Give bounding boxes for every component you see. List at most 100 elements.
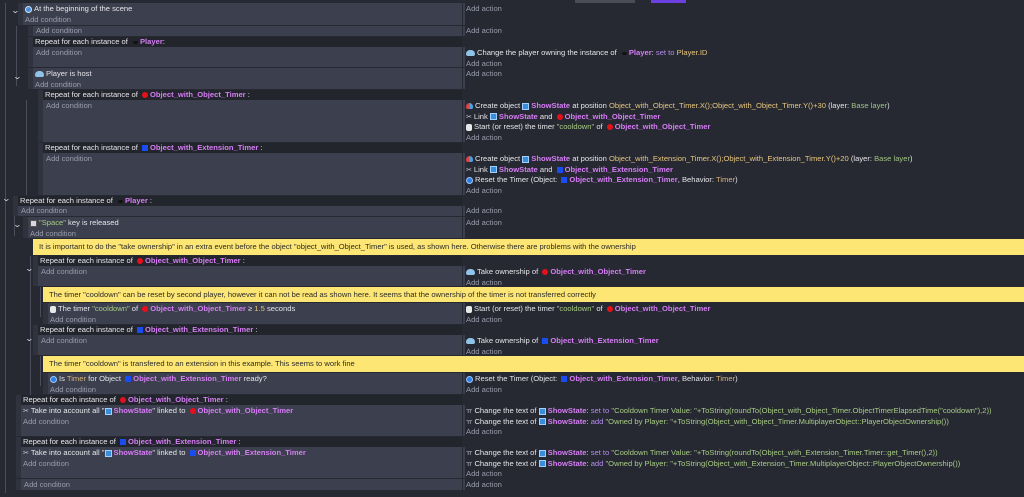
object-name: Object_with_Object_Timer	[550, 267, 646, 276]
text-segment: Object_with_Object_Timer.X();Object_with…	[608, 101, 826, 110]
add-condition-button[interactable]: Add condition	[50, 385, 96, 395]
action[interactable]: Start (or reset) the timer "cooldown" of…	[466, 304, 710, 314]
condition[interactable]: Is Timer for Object Object_with_Extensio…	[50, 374, 267, 384]
comment-block[interactable]: The timer "cooldown" is transfered to an…	[43, 356, 1024, 372]
add-action-button[interactable]: Add action	[466, 218, 502, 228]
repeat-label[interactable]: Repeat for each instance of Object_with_…	[45, 143, 263, 153]
add-action-button[interactable]: Add action	[466, 206, 502, 216]
action[interactable]: ㅠ Change the text of ShowState: add "Owne…	[466, 459, 960, 469]
object-name: Player	[628, 48, 652, 57]
action-panel	[463, 217, 465, 238]
add-condition-button[interactable]: Add condition	[46, 101, 92, 111]
text-segment: (layer:	[848, 154, 875, 163]
condition[interactable]: ✂ Take into account all " ShowState" linke…	[23, 448, 306, 458]
condition-panel	[13, 206, 462, 216]
text-segment: "cooldown"	[92, 304, 130, 313]
text-segment: set to	[655, 48, 675, 57]
text-segment: Repeat for each instance of	[45, 143, 140, 152]
action[interactable]: ✂ Link ShowState and Object_with_Extensio…	[466, 165, 673, 175]
add-action-button[interactable]: Add action	[466, 69, 502, 79]
text-segment: Take ownership of	[477, 267, 541, 276]
add-action-button[interactable]: Add action	[466, 427, 502, 437]
condition[interactable]: ✂ Take into account all " ShowState" linke…	[23, 406, 293, 416]
text-segment: Base layer	[874, 154, 910, 163]
collapse-chevron-icon[interactable]: ⌄	[13, 72, 22, 81]
add-condition-button[interactable]: Add condition	[46, 154, 92, 164]
blue-square-icon	[556, 166, 563, 173]
add-action-button[interactable]: Add action	[466, 133, 502, 143]
add-condition-button[interactable]: Add condition	[24, 480, 70, 490]
add-action-button[interactable]: Add action	[466, 186, 502, 196]
collapse-chevron-icon[interactable]: ⌄	[13, 220, 22, 229]
action[interactable]: Create object ShowState at position Obje…	[466, 154, 913, 164]
action[interactable]: ㅠ Change the text of ShowState: set to "C…	[466, 406, 992, 416]
repeat-label[interactable]: Repeat for each instance of Object_with_…	[23, 395, 228, 405]
text-segment: , Behavior:	[677, 175, 717, 185]
add-condition-button[interactable]: Add condition	[36, 48, 82, 58]
comment-block[interactable]: It is important to do the "take ownershi…	[33, 239, 1024, 255]
text-segment: and	[537, 111, 555, 121]
add-action-button[interactable]: Add action	[466, 59, 502, 69]
comment-block[interactable]: The timer "cooldown" can be reset by sec…	[43, 287, 1024, 302]
action[interactable]: Change the player owning the instance of…	[466, 48, 707, 58]
text-icon: ㅠ	[466, 460, 473, 468]
text-segment: add	[590, 416, 604, 426]
action[interactable]: Create object ShowState at position Obje…	[466, 101, 890, 111]
action[interactable]: Take ownership of Object_with_Extension_…	[466, 336, 659, 346]
player-object-icon	[132, 40, 138, 44]
text-segment: )	[887, 101, 890, 110]
add-condition-button[interactable]: Add condition	[23, 459, 69, 469]
add-action-button[interactable]: Add action	[466, 315, 502, 325]
repeat-label[interactable]: Repeat for each instance of Object_with_…	[40, 325, 258, 335]
tree-line	[5, 3, 6, 493]
action[interactable]: ✂ Link ShowState and Object_with_Object_T…	[466, 112, 660, 122]
add-action-button[interactable]: Add action	[466, 385, 502, 395]
text-segment: "Owned by Player: "+ToString(Object_with…	[605, 458, 961, 468]
repeat-label[interactable]: Repeat for each instance of Player :	[20, 196, 152, 206]
text-icon: ㅠ	[466, 418, 473, 426]
add-condition-button[interactable]: Add condition	[36, 26, 82, 36]
add-condition-button[interactable]: Add condition	[41, 336, 87, 346]
text-segment: :	[245, 90, 250, 99]
action[interactable]: Take ownership of Object_with_Object_Tim…	[466, 267, 646, 277]
add-condition-button[interactable]: Add condition	[21, 206, 67, 216]
add-action-button[interactable]: Add action	[466, 480, 502, 490]
object-name: ShowState	[531, 154, 571, 163]
object-name: Object_with_Extension_Timer	[550, 336, 659, 345]
add-condition-button[interactable]: Add condition	[25, 15, 71, 25]
action-panel	[463, 405, 465, 436]
action[interactable]: Reset the Timer (Object: Object_with_Ext…	[466, 374, 738, 384]
action[interactable]: Start (or reset) the timer "cooldown" of…	[466, 122, 710, 132]
add-condition-button[interactable]: Add condition	[41, 267, 87, 277]
add-action-button[interactable]: Add action	[466, 4, 502, 14]
text-segment: of	[129, 304, 141, 313]
toolbar-button[interactable]	[575, 0, 635, 3]
repeat-label[interactable]: Repeat for each instance of Object_with_…	[23, 437, 241, 447]
text-segment: Player is host	[46, 69, 92, 78]
action[interactable]: Reset the Timer (Object: Object_with_Ext…	[466, 175, 738, 185]
add-condition-button[interactable]: Add condition	[30, 229, 76, 239]
condition[interactable]: Player is host	[35, 69, 92, 79]
add-condition-button[interactable]: Add condition	[23, 417, 69, 427]
condition[interactable]: "Space" key is released	[30, 218, 119, 228]
collapse-chevron-icon[interactable]: ⌄	[2, 194, 11, 203]
object-name: ShowState	[547, 458, 587, 468]
add-condition-button[interactable]: Add condition	[35, 80, 81, 90]
link-icon: ✂	[23, 450, 29, 457]
action[interactable]: ㅠ Change the text of ShowState: add "Owne…	[466, 417, 949, 427]
repeat-label[interactable]: Repeat for each instance of Object_with_…	[40, 256, 245, 266]
condition[interactable]: At the beginning of the scene	[25, 4, 132, 14]
multiplayer-icon	[466, 50, 475, 56]
red-dot-icon	[141, 92, 148, 98]
action[interactable]: ㅠ Change the text of ShowState: set to "C…	[466, 448, 938, 458]
text-segment: Is	[59, 374, 67, 383]
condition[interactable]: The timer "cooldown" of Object_with_Obje…	[50, 304, 295, 314]
blue-square-icon	[561, 177, 568, 184]
add-action-button[interactable]: Add action	[466, 26, 502, 36]
object-name: Object_with_Object_Timer	[197, 406, 294, 415]
add-action-button[interactable]: Add action	[466, 469, 502, 479]
repeat-label[interactable]: Repeat for each instance of Object_with_…	[45, 90, 250, 100]
repeat-label[interactable]: Repeat for each instance of Player:	[35, 37, 165, 47]
toolbar-primary-button[interactable]	[651, 0, 686, 3]
add-condition-button[interactable]: Add condition	[50, 315, 96, 325]
